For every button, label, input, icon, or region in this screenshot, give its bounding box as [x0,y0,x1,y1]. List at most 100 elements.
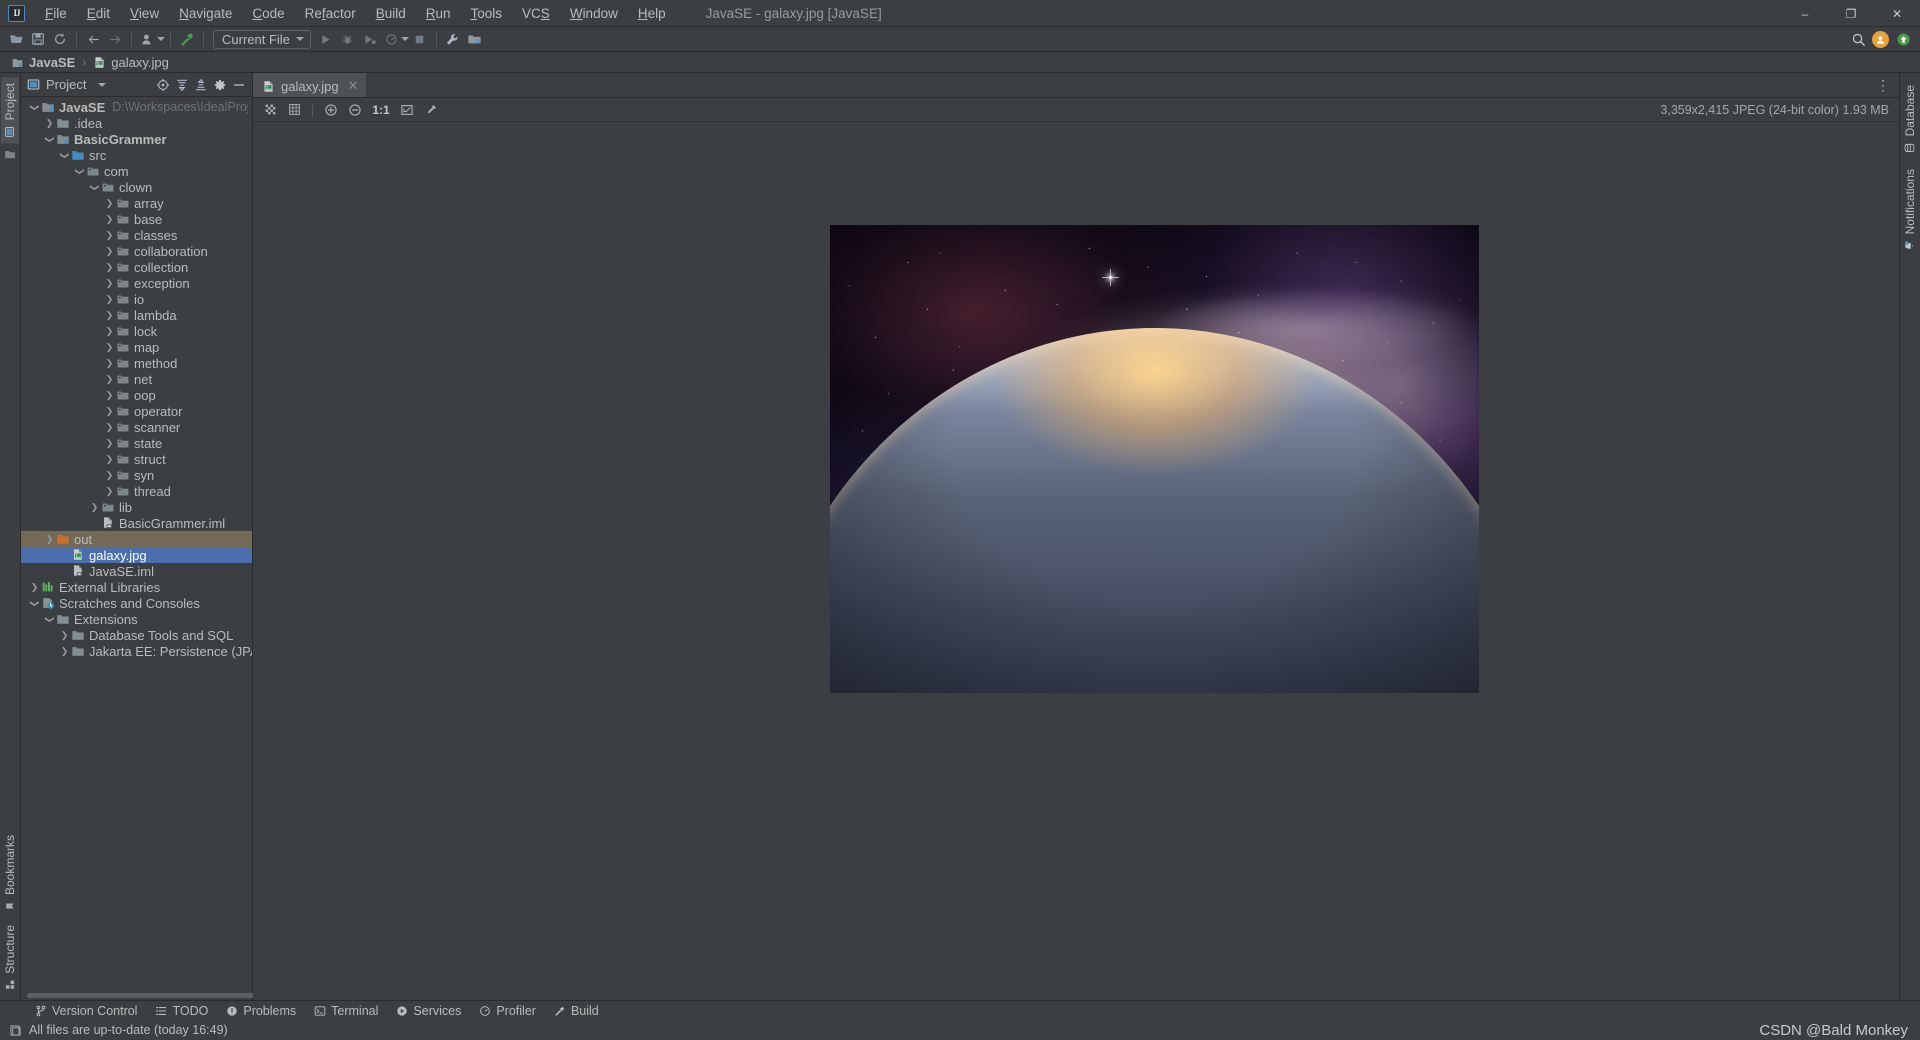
search-icon[interactable] [1847,30,1869,50]
rail-tab-notifications[interactable]: Notifications [1901,163,1919,257]
chevron-down-icon[interactable]: ❯ [44,134,55,145]
chevron-down-icon[interactable]: ❯ [74,166,85,177]
profile-dropdown-caret-icon[interactable] [157,37,165,41]
bottom-tab-problems[interactable]: Problems [217,1003,305,1019]
zoom-out-icon[interactable] [344,100,366,120]
chevron-right-icon[interactable]: ❯ [104,454,115,465]
hammer-icon[interactable] [176,29,198,49]
project-structure-icon[interactable] [464,29,486,49]
chevron-right-icon[interactable]: ❯ [104,390,115,401]
chevron-right-icon[interactable]: ❯ [104,246,115,257]
tree-node-javase-iml[interactable]: JavaSE.iml [21,563,252,579]
bottom-tab-version-control[interactable]: Version Control [26,1003,146,1019]
chevron-right-icon[interactable]: ❯ [104,406,115,417]
menu-code[interactable]: Code [242,2,294,25]
rail-tab-structure[interactable]: Structure [1,919,19,996]
chevron-down-icon[interactable]: ❯ [89,182,100,193]
menu-window[interactable]: Window [560,2,628,25]
chevron-right-icon[interactable]: ❯ [104,230,115,241]
tree-node-idea[interactable]: ❯ .idea [21,115,252,131]
collapse-all-icon[interactable] [192,76,210,94]
back-arrow-icon[interactable] [82,29,104,49]
chevron-down-icon[interactable]: ❯ [29,598,40,609]
breadcrumb-file[interactable]: galaxy.jpg [90,54,172,71]
tree-node-scanner[interactable]: ❯ scanner [21,419,252,435]
tree-node-galaxy-jpg[interactable]: galaxy.jpg [21,547,252,563]
menu-help[interactable]: Help [628,2,676,25]
breadcrumb-module[interactable]: JavaSE [8,54,78,71]
chevron-right-icon[interactable]: ❯ [29,582,40,593]
chevron-down-icon[interactable]: ❯ [59,150,70,161]
profiler-icon[interactable] [381,29,403,49]
tree-node-basicgrammer-iml[interactable]: BasicGrammer.iml [21,515,252,531]
profiler-dropdown-caret-icon[interactable] [400,37,409,41]
sync-icon[interactable] [49,29,71,49]
tree-node-external-libraries[interactable]: ❯ External Libraries [21,579,252,595]
fit-to-window-icon[interactable] [396,100,418,120]
tree-node-lib[interactable]: ❯ lib [21,499,252,515]
chevron-right-icon[interactable]: ❯ [104,214,115,225]
chevron-right-icon[interactable]: ❯ [104,358,115,369]
toggle-grid-icon[interactable] [283,100,305,120]
tree-node-src[interactable]: ❯ src [21,147,252,163]
tree-node-collection[interactable]: ❯ collection [21,259,252,275]
chevron-right-icon[interactable]: ❯ [89,502,100,513]
tree-node-operator[interactable]: ❯ operator [21,403,252,419]
bottom-tab-services[interactable]: Services [387,1003,470,1019]
tree-node-map[interactable]: ❯ map [21,339,252,355]
tree-node-extensions[interactable]: ❯ Extensions [21,611,252,627]
chevron-right-icon[interactable]: ❯ [59,630,70,641]
menu-view[interactable]: View [120,2,169,25]
editor-tab-galaxy[interactable]: galaxy.jpg ✕ [253,73,367,97]
menu-vcs[interactable]: VCS [512,2,560,25]
run-coverage-icon[interactable] [359,29,381,49]
account-avatar-icon[interactable] [1872,31,1889,48]
menu-tools[interactable]: Tools [461,2,513,25]
tree-node-exception[interactable]: ❯ exception [21,275,252,291]
chevron-down-icon[interactable]: ❯ [44,614,55,625]
chevron-right-icon[interactable]: ❯ [44,534,55,545]
user-profile-icon[interactable] [137,29,159,49]
menu-refactor[interactable]: Refactor [295,2,366,25]
tree-node-base[interactable]: ❯ base [21,211,252,227]
tree-node-javase[interactable]: ❯ JavaSE D:\Workspaces\IdealProjects\JavaS [21,99,252,115]
expand-all-icon[interactable] [173,76,191,94]
project-panel-title-group[interactable]: Project [27,77,107,92]
open-folder-icon[interactable] [5,29,27,49]
tree-node-syn[interactable]: ❯ syn [21,467,252,483]
tree-node-lock[interactable]: ❯ lock [21,323,252,339]
run-icon[interactable] [315,29,337,49]
chevron-right-icon[interactable]: ❯ [104,438,115,449]
chevron-down-icon[interactable] [98,82,107,87]
wrench-icon[interactable] [442,29,464,49]
tree-node-clown[interactable]: ❯ clown [21,179,252,195]
rail-commit-icon[interactable] [1,145,19,163]
tree-node-net[interactable]: ❯ net [21,371,252,387]
image-canvas[interactable] [253,122,1899,1000]
bottom-tab-build[interactable]: Build [545,1003,608,1019]
rail-tab-bookmarks[interactable]: Bookmarks [1,829,19,917]
close-icon[interactable]: ✕ [348,78,359,94]
chevron-right-icon[interactable]: ❯ [104,326,115,337]
tree-node-state[interactable]: ❯ state [21,435,252,451]
tree-node-oop[interactable]: ❯ oop [21,387,252,403]
chevron-right-icon[interactable]: ❯ [104,486,115,497]
tree-node-database-tools-and-sql[interactable]: ❯ Database Tools and SQL [21,627,252,643]
chevron-right-icon[interactable]: ❯ [104,422,115,433]
chevron-right-icon[interactable]: ❯ [44,118,55,129]
chevron-right-icon[interactable]: ❯ [104,374,115,385]
chevron-right-icon[interactable]: ❯ [104,342,115,353]
project-tree-hscrollbar[interactable] [21,991,259,1000]
menu-edit[interactable]: Edit [77,2,120,25]
rail-tab-project[interactable]: Project [1,77,19,144]
chevron-right-icon[interactable]: ❯ [104,310,115,321]
tree-node-thread[interactable]: ❯ thread [21,483,252,499]
rail-tab-database[interactable]: Database [1901,79,1919,159]
toggle-transparency-chessboard-icon[interactable] [259,100,281,120]
menu-navigate[interactable]: Navigate [169,2,242,25]
tree-node-struct[interactable]: ❯ struct [21,451,252,467]
select-opened-file-icon[interactable] [154,76,172,94]
tree-node-basicgrammer[interactable]: ❯ BasicGrammer [21,131,252,147]
chevron-right-icon[interactable]: ❯ [104,262,115,273]
forward-arrow-icon[interactable] [104,29,126,49]
